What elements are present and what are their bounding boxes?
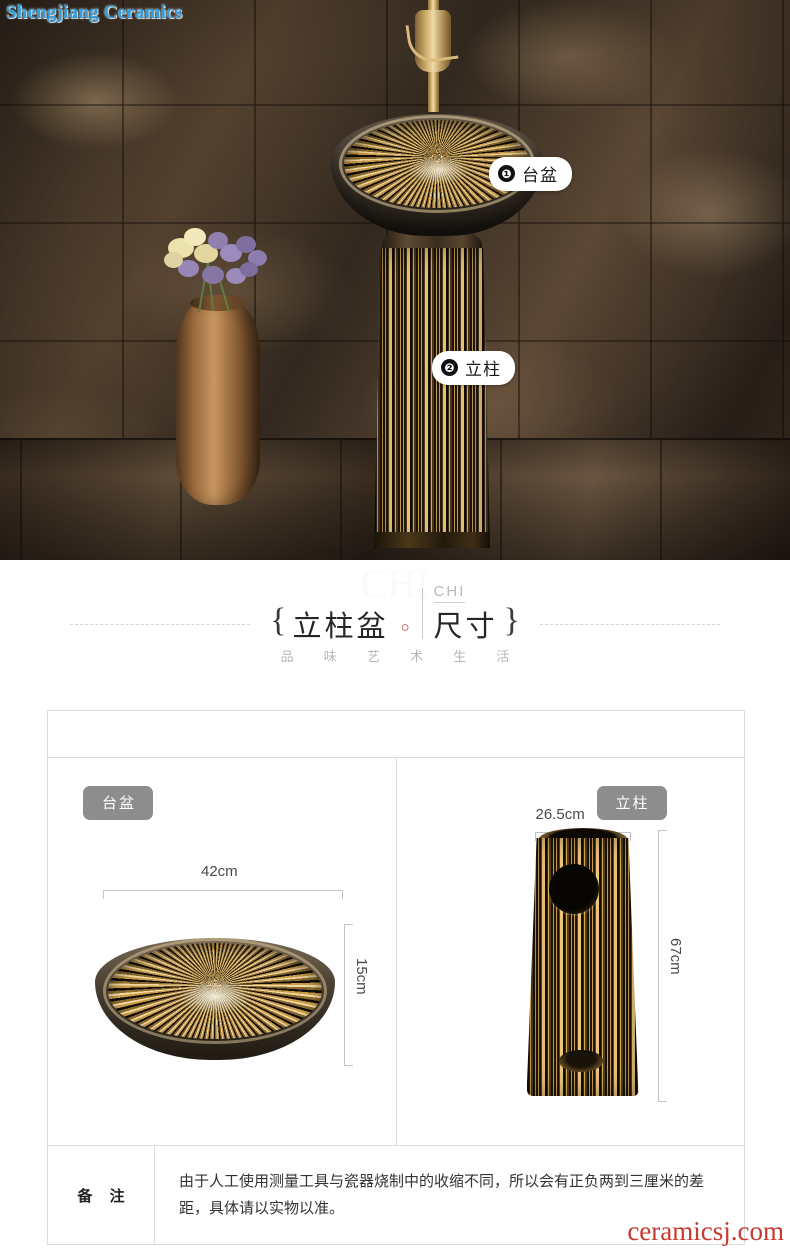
section-title-row: { 立柱盆 ○ CHI 尺寸 } [0,583,790,643]
pillar-height-bracket [657,830,667,1102]
site-watermark: ceramicsj.com [627,1216,784,1246]
title-background-watermark: CHI [360,561,430,606]
section-title-main: 立柱盆 [292,609,389,643]
callout-number-1: ❶ [498,165,515,182]
callout-label-2: 立柱 [465,360,501,380]
section-title-core: { 立柱盆 ○ CHI 尺寸 } [264,583,526,643]
decorative-vase [176,295,260,505]
table-cell-basin: 台盆 42cm 15cm [48,758,396,1145]
pillar-base [374,532,490,548]
basin-figure [95,938,335,1060]
basin-width-label: 42cm [201,863,238,880]
brand-watermark: Shengjiang Ceramics [6,2,183,23]
pillar-body [374,248,490,548]
product-badge-pillar: 立柱 [596,786,667,820]
table-cell-pillar: 立柱 26.5cm 67cm [395,758,745,1145]
pillar-figure-lower-drain [558,1050,603,1072]
basin-height-bracket [344,924,353,1066]
basin-figure-rim [103,938,327,1044]
title-rule-left [70,623,251,625]
title-separator-dot: ○ [400,620,410,636]
section-title-band: CHI { 立柱盆 ○ CHI 尺寸 } 品 味 艺 术 生 活 [0,560,790,688]
specification-table: 台盆 42cm 15cm 立柱 26.5cm 67cm 备 注 由于人工使用测量… [47,710,745,1245]
brace-right: } [503,602,520,639]
section-subtitle: 品 味 艺 术 生 活 [280,650,523,665]
section-title-second-wrap: CHI 尺寸 [421,583,498,643]
pillar-figure-upper-hole [548,864,599,914]
pillar-width-label: 26.5cm [535,806,585,823]
callout-pillar: ❷ 立柱 [432,351,515,385]
pillar-figure [526,828,639,1100]
basin-width-bracket [103,890,343,899]
note-label: 备 注 [48,1146,155,1244]
pinyin-tag: CHI [433,583,466,603]
product-badge-basin: 台盆 [83,786,154,820]
basin-height-label: 15cm [353,958,370,995]
title-rule-right [539,623,720,625]
pedestal-pillar [374,228,490,548]
pillar-height-label: 67cm [666,938,684,975]
table-product-row: 台盆 42cm 15cm 立柱 26.5cm 67cm [48,758,744,1146]
flower-arrangement [150,222,280,322]
section-title-second: 尺寸 [433,609,498,643]
table-header-row [48,711,744,758]
hero-product-photo: Shengjiang Ceramics ❶ 台盆 ❷ 立柱 [0,0,790,560]
brace-left: { [270,602,287,639]
callout-basin: ❶ 台盆 [489,157,572,191]
callout-label-1: 台盆 [522,166,558,186]
callout-number-2: ❷ [441,359,458,376]
